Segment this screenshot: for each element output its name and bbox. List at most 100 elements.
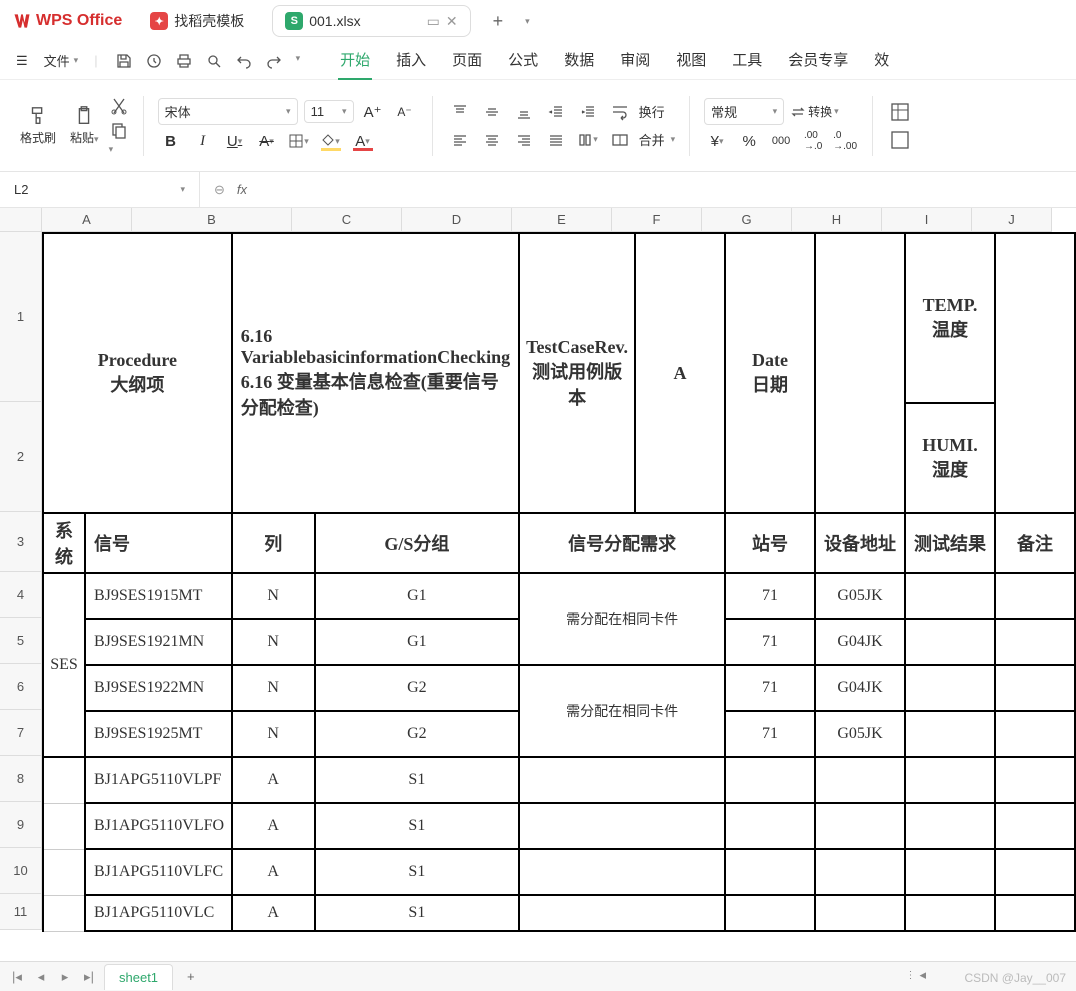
first-sheet-icon[interactable]: |◂ — [8, 969, 26, 985]
fire-icon: ✦ — [150, 12, 168, 30]
history-chevron[interactable]: ▾ — [296, 53, 301, 69]
border-button[interactable]: ▾ — [286, 129, 312, 153]
cell-style-icon[interactable] — [887, 100, 913, 124]
merge-button[interactable] — [607, 128, 633, 152]
font-name-select[interactable]: 宋体▾ — [158, 98, 298, 125]
column-header[interactable]: B — [132, 208, 292, 232]
row-header[interactable]: 4 — [0, 572, 42, 618]
percent-icon[interactable]: % — [736, 129, 762, 153]
column-header[interactable]: I — [882, 208, 972, 232]
paste-button[interactable]: 粘贴▾ — [66, 101, 103, 150]
menu-tab-start[interactable]: 开始 — [338, 41, 372, 80]
column-header[interactable]: E — [512, 208, 612, 232]
last-sheet-icon[interactable]: ▸| — [80, 969, 98, 985]
select-all-corner[interactable] — [0, 208, 42, 232]
file-label: 文件 — [44, 51, 70, 70]
currency-icon[interactable]: ¥▾ — [704, 129, 730, 153]
column-header[interactable]: D — [402, 208, 512, 232]
preview-icon[interactable] — [206, 53, 222, 69]
tab-document[interactable]: S 001.xlsx ▭ ✕ — [272, 5, 470, 37]
underline-button[interactable]: U▾ — [222, 129, 248, 153]
align-left-icon[interactable] — [447, 128, 473, 152]
align-right-icon[interactable] — [511, 128, 537, 152]
increase-font-icon[interactable]: A⁺ — [360, 100, 386, 124]
font-size-select[interactable]: 11▾ — [304, 100, 354, 123]
column-header[interactable]: H — [792, 208, 882, 232]
comma-icon[interactable]: 000 — [768, 129, 794, 153]
prev-sheet-icon[interactable]: ◂ — [32, 969, 50, 985]
column-header[interactable]: G — [702, 208, 792, 232]
menu-tab-tools[interactable]: 工具 — [730, 41, 764, 80]
convert-button[interactable]: 转换▾ — [790, 100, 839, 124]
print-preview-icon[interactable] — [176, 53, 192, 69]
menu-tab-review[interactable]: 审阅 — [618, 41, 652, 80]
copy-icon[interactable]: ▾ — [109, 120, 129, 155]
app-logo: WPS Office — [12, 11, 122, 31]
horizontal-scrollbar[interactable]: ⋮◂ — [905, 967, 926, 983]
decrease-decimal-icon[interactable]: .0→.00 — [832, 129, 858, 153]
row-header[interactable]: 11 — [0, 894, 42, 930]
column-header[interactable]: C — [292, 208, 402, 232]
menu-tab-formula[interactable]: 公式 — [506, 41, 540, 80]
name-box[interactable]: L2 ▾ — [0, 172, 200, 207]
column-header[interactable]: A — [42, 208, 132, 232]
decrease-font-icon[interactable]: A⁻ — [392, 100, 418, 124]
menu-tab-page[interactable]: 页面 — [450, 41, 484, 80]
menu-tab-member[interactable]: 会员专享 — [786, 41, 850, 80]
menu-tab-insert[interactable]: 插入 — [394, 41, 428, 80]
row-header[interactable]: 2 — [0, 402, 42, 512]
bold-button[interactable]: B — [158, 129, 184, 153]
tab-templates[interactable]: ✦ 找稻壳模板 — [138, 5, 256, 37]
fx-label[interactable]: fx — [237, 182, 247, 197]
align-top-icon[interactable] — [447, 100, 473, 124]
increase-indent-icon[interactable] — [575, 100, 601, 124]
row-header[interactable]: 1 — [0, 232, 42, 402]
spreadsheet-grid[interactable]: ABCDEFGHIJ 1234567891011 Procedure大纲项6.1… — [0, 208, 1076, 958]
row-header[interactable]: 5 — [0, 618, 42, 664]
cell-reference: L2 — [14, 182, 28, 197]
italic-button[interactable]: I — [190, 129, 216, 153]
row-header[interactable]: 10 — [0, 848, 42, 894]
row-header[interactable]: 9 — [0, 802, 42, 848]
close-icon[interactable]: ✕ — [446, 13, 458, 30]
row-header[interactable]: 6 — [0, 664, 42, 710]
fill-color-button[interactable]: ▾ — [318, 129, 344, 153]
orientation-icon[interactable]: ▾ — [575, 128, 601, 152]
column-header[interactable]: F — [612, 208, 702, 232]
align-center-icon[interactable] — [479, 128, 505, 152]
redo-icon[interactable] — [266, 53, 282, 69]
row-header[interactable]: 8 — [0, 756, 42, 802]
increase-decimal-icon[interactable]: .00→.0 — [800, 129, 826, 153]
new-tab-button[interactable]: + — [487, 11, 510, 32]
watermark: CSDN @Jay__007 — [964, 971, 1066, 985]
menu-tab-view[interactable]: 视图 — [674, 41, 708, 80]
align-middle-icon[interactable] — [479, 100, 505, 124]
column-header[interactable]: J — [972, 208, 1052, 232]
menu-tab-effect[interactable]: 效 — [872, 41, 891, 80]
strikethrough-button[interactable]: A▾ — [254, 129, 280, 153]
save-icon[interactable] — [116, 53, 132, 69]
spreadsheet-icon: S — [285, 12, 303, 30]
decrease-indent-icon[interactable] — [543, 100, 569, 124]
cancel-formula-icon[interactable]: ⊖ — [214, 182, 225, 198]
justify-icon[interactable] — [543, 128, 569, 152]
sheet-tab[interactable]: sheet1 — [104, 964, 173, 990]
format-icon[interactable] — [887, 128, 913, 152]
wrap-text-button[interactable] — [607, 100, 633, 124]
next-sheet-icon[interactable]: ▸ — [56, 969, 74, 985]
align-bottom-icon[interactable] — [511, 100, 537, 124]
tab-menu-chevron[interactable]: ▾ — [525, 16, 530, 27]
font-color-button[interactable]: A▾ — [350, 129, 376, 153]
number-format-select[interactable]: 常规▾ — [704, 98, 784, 125]
add-sheet-button[interactable]: + — [179, 969, 203, 984]
print-icon[interactable] — [146, 53, 162, 69]
menu-tab-data[interactable]: 数据 — [562, 41, 596, 80]
row-header[interactable]: 3 — [0, 512, 42, 572]
file-menu[interactable]: 文件 ▾ — [36, 47, 87, 74]
undo-icon[interactable] — [236, 53, 252, 69]
cut-icon[interactable] — [109, 96, 129, 116]
hamburger-icon[interactable]: ☰ — [16, 53, 28, 69]
row-header[interactable]: 7 — [0, 710, 42, 756]
window-icon[interactable]: ▭ — [427, 13, 440, 30]
format-painter-button[interactable]: 格式刷 — [16, 101, 60, 150]
